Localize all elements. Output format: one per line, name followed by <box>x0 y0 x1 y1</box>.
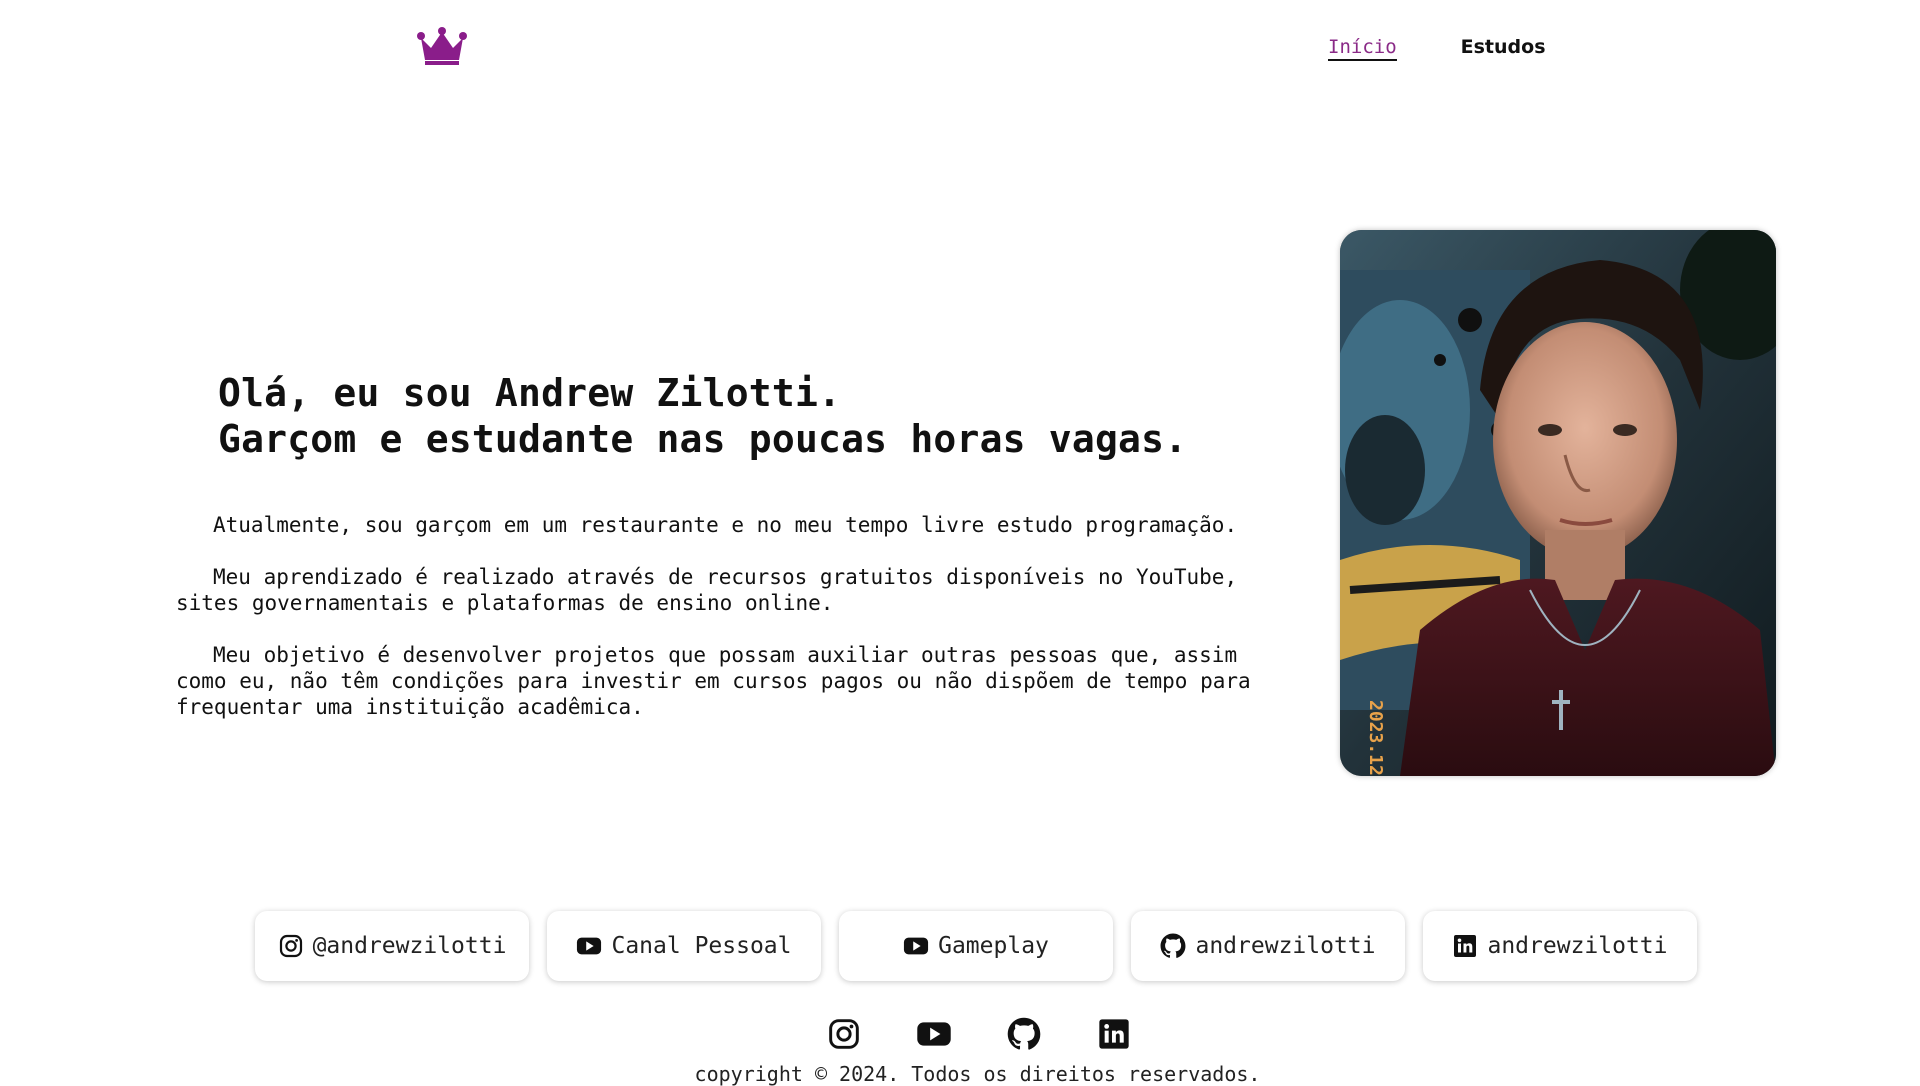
bio-paragraph-3: Meu objetivo é desenvolver projetos que … <box>176 643 1251 719</box>
youtube-channel-button[interactable]: Canal Pessoal <box>547 911 821 981</box>
bio-paragraph-2: Meu aprendizado é realizado através de r… <box>176 565 1238 615</box>
github-icon[interactable] <box>1006 1016 1042 1052</box>
linkedin-icon[interactable] <box>1096 1016 1132 1052</box>
photo-date-stamp: 2023.12 <box>1365 700 1386 776</box>
github-button[interactable]: andrewzilotti <box>1131 911 1405 981</box>
linkedin-button-label: andrewzilotti <box>1487 933 1668 959</box>
instagram-icon[interactable] <box>826 1016 862 1052</box>
bio: Atualmente, sou garçom em um restaurante… <box>176 512 1276 746</box>
instagram-button-label: @andrewzilotti <box>312 933 507 959</box>
instagram-icon <box>278 933 304 959</box>
nav-inicio[interactable]: Início <box>1328 36 1397 61</box>
youtube-channel-button-label: Canal Pessoal <box>611 933 792 959</box>
main-nav: Início Estudos <box>1328 36 1546 61</box>
github-icon <box>1160 933 1186 959</box>
hero-title-line1: Olá, eu sou Andrew Zilotti. <box>218 371 842 415</box>
youtube-icon <box>903 933 929 959</box>
footer-social-icons <box>826 1016 1132 1052</box>
profile-photo: 2023.12 <box>1340 230 1776 776</box>
youtube-gameplay-button-label: Gameplay <box>938 933 1049 959</box>
social-links: @andrewzilotti Canal Pessoal Gameplay an… <box>255 911 1697 981</box>
crown-icon[interactable] <box>417 26 467 66</box>
copyright: copyright © 2024. Todos os direitos rese… <box>694 1062 1261 1086</box>
youtube-icon[interactable] <box>916 1016 952 1052</box>
github-button-label: andrewzilotti <box>1195 933 1376 959</box>
youtube-gameplay-button[interactable]: Gameplay <box>839 911 1113 981</box>
linkedin-button[interactable]: andrewzilotti <box>1423 911 1697 981</box>
bio-paragraph-1: Atualmente, sou garçom em um restaurante… <box>213 513 1238 537</box>
linkedin-icon <box>1452 933 1478 959</box>
hero-title: Olá, eu sou Andrew Zilotti. Garçom e est… <box>218 370 1187 462</box>
instagram-button[interactable]: @andrewzilotti <box>255 911 529 981</box>
hero-title-line2: Garçom e estudante nas poucas horas vaga… <box>218 417 1188 461</box>
nav-estudos[interactable]: Estudos <box>1461 36 1546 61</box>
youtube-icon <box>576 933 602 959</box>
